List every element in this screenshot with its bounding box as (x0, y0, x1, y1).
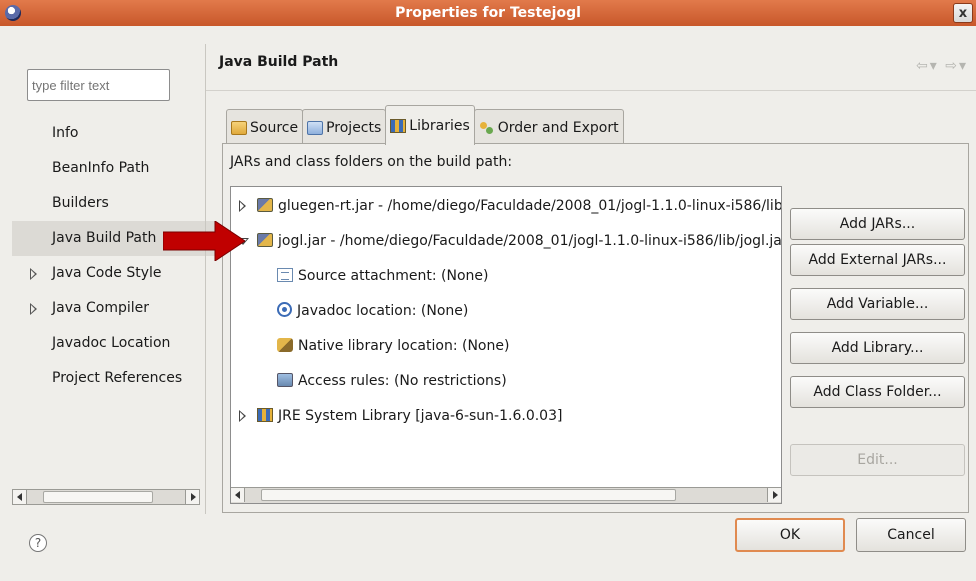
tree-item-label: Access rules: (No restrictions) (298, 373, 507, 389)
nav-item-label: Java Build Path (52, 230, 157, 246)
scroll-right-button[interactable] (185, 490, 199, 504)
tab-label: Order and Export (497, 119, 619, 136)
tree-item[interactable]: Source attachment: (None) (277, 259, 488, 293)
tab-order-and-export[interactable]: Order and Export (473, 109, 624, 145)
libraries-tree[interactable]: gluegen-rt.jar - /home/diego/Faculdade/2… (230, 186, 782, 504)
nav-item-java-compiler[interactable]: Java Compiler (12, 291, 215, 326)
expand-arrow-icon[interactable] (30, 303, 37, 315)
tree-horizontal-scrollbar[interactable] (231, 487, 781, 503)
tab-label: Projects (326, 119, 382, 136)
tree-scroll-left-button[interactable] (231, 488, 245, 502)
add-variable-button[interactable]: Add Variable... (790, 288, 965, 320)
tree-scroll-right-button[interactable] (767, 488, 781, 502)
ok-button[interactable]: OK (735, 518, 845, 552)
nav-item-label: Project References (52, 370, 183, 386)
access-rules-icon (277, 373, 293, 387)
nav-item-label: BeanInfo Path (52, 160, 150, 176)
nav-item-label: Builders (52, 195, 109, 211)
forward-arrow-icon[interactable]: ⇨▾ (945, 58, 968, 74)
panel-label: JARs and class folders on the build path… (230, 154, 513, 170)
tree-item[interactable]: Access rules: (No restrictions) (277, 364, 507, 398)
order-export-icon (479, 121, 495, 135)
expand-arrow-icon[interactable] (239, 200, 246, 212)
title-bar: Properties for Testejogl x (0, 0, 976, 26)
filter-input[interactable] (27, 69, 170, 101)
nav-item-beaninfo-path[interactable]: BeanInfo Path (12, 151, 215, 186)
window-title: Properties for Testejogl (395, 5, 581, 21)
javadoc-icon (277, 302, 292, 317)
jre-library-icon (257, 408, 273, 422)
eclipse-icon (5, 5, 21, 21)
annotation-arrow-icon (163, 221, 245, 261)
tree-scroll-thumb[interactable] (261, 489, 676, 501)
tree-item-label: jogl.jar - /home/diego/Faculdade/2008_01… (278, 233, 782, 249)
projects-icon (307, 120, 324, 135)
left-horizontal-scrollbar[interactable] (12, 489, 200, 505)
scroll-left-button[interactable] (13, 490, 27, 504)
libraries-icon (390, 118, 407, 133)
nav-item-project-references[interactable]: Project References (12, 361, 215, 396)
pane-divider[interactable] (205, 44, 206, 514)
tree-item[interactable]: JRE System Library [java-6-sun-1.6.0.03] (239, 399, 563, 433)
tree-item[interactable]: jogl.jar - /home/diego/Faculdade/2008_01… (237, 224, 782, 258)
tree-item-label: Source attachment: (None) (298, 268, 489, 284)
nav-item-label: Javadoc Location (52, 335, 171, 351)
help-icon[interactable]: ? (29, 534, 47, 552)
nav-item-javadoc-location[interactable]: Javadoc Location (12, 326, 215, 361)
build-path-tabs: Source Projects Libraries Order and Export (226, 105, 624, 145)
native-library-icon (277, 338, 293, 352)
tree-item-label: gluegen-rt.jar - /home/diego/Faculdade/2… (278, 198, 782, 214)
page-title: Java Build Path (219, 54, 339, 70)
tab-label: Source (250, 119, 299, 136)
add-jars-button[interactable]: Add JARs... (790, 208, 965, 240)
jar-icon (257, 198, 273, 212)
nav-item-builders[interactable]: Builders (12, 186, 215, 221)
tree-item[interactable]: Native library location: (None) (277, 329, 509, 363)
back-arrow-icon[interactable]: ⇦▾ (916, 58, 939, 74)
tree-item-label: Native library location: (None) (298, 338, 510, 354)
nav-item-label: Java Compiler (52, 300, 150, 316)
tree-item-label: JRE System Library [java-6-sun-1.6.0.03] (278, 408, 563, 424)
header-divider (206, 90, 976, 91)
nav-item-info[interactable]: Info (12, 116, 215, 151)
close-button[interactable]: x (953, 3, 973, 23)
expand-arrow-icon[interactable] (30, 268, 37, 280)
scroll-thumb[interactable] (43, 491, 153, 503)
tab-projects[interactable]: Projects (302, 109, 387, 145)
history-nav[interactable]: ⇦▾ ⇨▾ (916, 58, 968, 74)
tree-item[interactable]: gluegen-rt.jar - /home/diego/Faculdade/2… (239, 189, 782, 223)
nav-item-java-code-style[interactable]: Java Code Style (12, 256, 215, 291)
properties-dialog: Info BeanInfo Path Builders Java Build Path… (0, 26, 976, 581)
tab-libraries[interactable]: Libraries (385, 105, 475, 145)
expand-arrow-icon[interactable] (239, 410, 246, 422)
add-library-button[interactable]: Add Library... (790, 332, 965, 364)
left-pane: Info BeanInfo Path Builders Java Build Path… (12, 44, 215, 514)
tab-source[interactable]: Source (226, 109, 304, 145)
nav-item-label: Java Code Style (52, 265, 162, 281)
tab-label: Libraries (409, 117, 470, 134)
nav-item-label: Info (52, 125, 79, 141)
tree-item-label: Javadoc location: (None) (297, 303, 469, 319)
cancel-button[interactable]: Cancel (856, 518, 966, 552)
add-class-folder-button[interactable]: Add Class Folder... (790, 376, 965, 408)
source-folder-icon (231, 120, 247, 135)
add-external-jars-button[interactable]: Add External JARs... (790, 244, 965, 276)
jar-icon (257, 233, 273, 247)
tree-item[interactable]: Javadoc location: (None) (277, 294, 468, 328)
source-attachment-icon (277, 268, 293, 282)
edit-button[interactable]: Edit... (790, 444, 965, 476)
